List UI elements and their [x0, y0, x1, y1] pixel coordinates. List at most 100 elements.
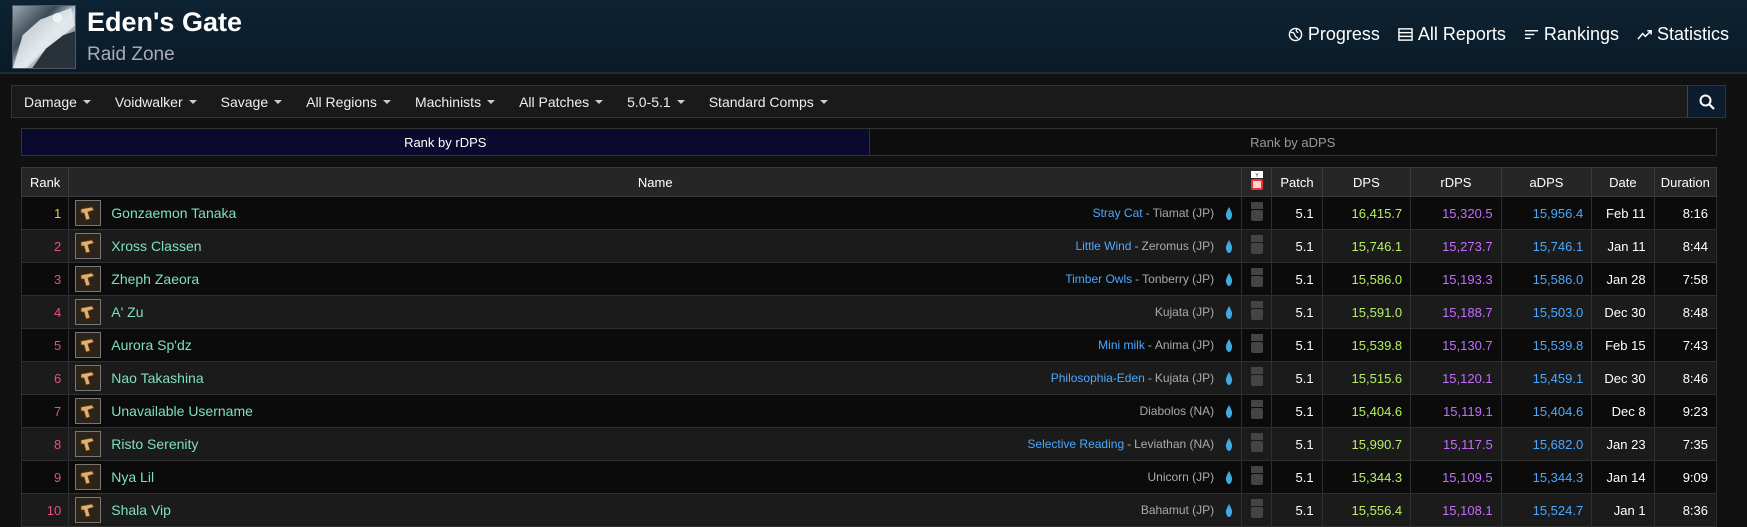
table-row[interactable]: 10 Shala Vip Bahamut (JP) 5.1 15,556.4 1… — [20, 493, 1718, 527]
dps-cell: 15,404.6 — [1321, 394, 1412, 428]
water-drop-icon — [1225, 503, 1233, 517]
table-row[interactable]: 4 A' Zu Kujata (JP) 5.1 15,591.0 15,188.… — [20, 295, 1718, 329]
filter-region[interactable]: All Regions — [294, 86, 403, 117]
player-name-link[interactable]: Gonzaemon Tanaka — [111, 205, 236, 221]
server-name: Tonberry (JP) — [1142, 272, 1215, 286]
guild-link[interactable]: Little Wind — [1075, 239, 1131, 253]
filter-comps[interactable]: Standard Comps — [697, 86, 840, 117]
filter-version[interactable]: 5.0-5.1 — [615, 86, 697, 117]
filter-patch[interactable]: All Patches — [507, 86, 615, 117]
guild-server: Stray Cat - Tiamat (JP) — [1093, 206, 1234, 220]
patch-cell: 5.1 — [1271, 328, 1323, 362]
table-row[interactable]: 8 Risto Serenity Selective Reading - Lev… — [20, 427, 1718, 461]
rank-cell: 2 — [20, 229, 70, 263]
dps-cell: 15,344.3 — [1321, 460, 1412, 494]
rdps-cell: 15,188.7 — [1410, 295, 1502, 329]
nav-rankings[interactable]: Rankings — [1524, 24, 1619, 45]
water-drop-icon — [1225, 272, 1233, 286]
youtube-icon[interactable] — [1250, 465, 1264, 486]
table-row[interactable]: 1 Gonzaemon Tanaka Stray Cat - Tiamat (J… — [20, 196, 1718, 230]
nav-statistics[interactable]: Statistics — [1637, 24, 1729, 45]
youtube-icon[interactable] — [1250, 498, 1264, 519]
youtube-icon[interactable] — [1250, 432, 1264, 453]
player-name-link[interactable]: Shala Vip — [111, 502, 171, 518]
date-cell: Feb 11 — [1591, 196, 1655, 230]
col-rdps[interactable]: rDPS — [1410, 167, 1502, 197]
guild-link[interactable]: Philosophia-Eden — [1051, 371, 1145, 385]
filter-metric[interactable]: Damage — [12, 86, 103, 117]
rdps-cell: 15,119.1 — [1410, 394, 1502, 428]
player-name-link[interactable]: Aurora Sp'dz — [111, 337, 192, 353]
col-date[interactable]: Date — [1591, 167, 1655, 197]
nav-statistics-label: Statistics — [1656, 24, 1729, 44]
col-duration[interactable]: Duration — [1653, 167, 1718, 197]
youtube-icon[interactable] — [1250, 366, 1264, 387]
guild-separator: - — [1147, 338, 1152, 352]
table-row[interactable]: 2 Xross Classen Little Wind - Zeromus (J… — [20, 229, 1718, 263]
tab-rank-by-adps[interactable]: Rank by aDPS — [869, 129, 1716, 155]
table-row[interactable]: 7 Unavailable Username Diabolos (NA) 5.1… — [20, 394, 1718, 428]
col-dps[interactable]: DPS — [1321, 167, 1412, 197]
player-name-link[interactable]: Nya Lil — [111, 469, 154, 485]
machinist-job-icon — [75, 332, 102, 358]
col-patch[interactable]: Patch — [1271, 167, 1323, 197]
server-name: Bahamut (JP) — [1140, 503, 1215, 517]
caret-down-icon — [188, 99, 197, 104]
guild-link[interactable]: Timber Owls — [1065, 272, 1132, 286]
table-header-row: Rank Name Y Patch DPS rDPS aDPS Date Dur… — [20, 167, 1718, 197]
caret-down-icon — [82, 99, 91, 104]
zone-title: Eden's Gate — [87, 7, 242, 37]
video-cell — [1241, 262, 1273, 296]
guild-link[interactable]: Stray Cat — [1093, 206, 1143, 220]
duration-cell: 7:35 — [1653, 427, 1718, 461]
rdps-cell: 15,120.1 — [1410, 361, 1502, 395]
tab-rank-by-rdps[interactable]: Rank by rDPS — [22, 129, 870, 155]
table-row[interactable]: 3 Zheph Zaeora Timber Owls - Tonberry (J… — [20, 262, 1718, 296]
guild-server: Philosophia-Eden - Kujata (JP) — [1051, 371, 1233, 385]
rank-tabs: Rank by rDPS Rank by aDPS — [21, 128, 1717, 156]
player-name-link[interactable]: Nao Takashina — [111, 370, 203, 386]
col-name[interactable]: Name — [68, 167, 1243, 197]
table-row[interactable]: 9 Nya Lil Unicorn (JP) 5.1 15,344.3 15,1… — [20, 460, 1718, 494]
filter-difficulty[interactable]: Savage — [209, 86, 294, 117]
player-name-link[interactable]: Risto Serenity — [111, 436, 198, 452]
table-row[interactable]: 5 Aurora Sp'dz Mini milk - Anima (JP) 5.… — [20, 328, 1718, 362]
player-name-link[interactable]: Unavailable Username — [111, 403, 253, 419]
caret-down-icon — [274, 99, 283, 104]
filter-encounter[interactable]: Voidwalker — [103, 86, 209, 117]
guild-separator: - — [1127, 437, 1132, 451]
guild-server: Little Wind - Zeromus (JP) — [1075, 239, 1233, 253]
machinist-job-icon — [75, 464, 102, 490]
col-rank[interactable]: Rank — [20, 167, 70, 197]
rank-cell: 4 — [20, 295, 70, 329]
player-name-link[interactable]: A' Zu — [111, 304, 143, 320]
name-cell: Unavailable Username Diabolos (NA) — [68, 394, 1243, 428]
search-icon — [1699, 94, 1715, 110]
table-row[interactable]: 6 Nao Takashina Philosophia-Eden - Kujat… — [20, 361, 1718, 395]
search-button[interactable] — [1687, 86, 1725, 117]
duration-cell: 8:44 — [1653, 229, 1718, 263]
youtube-icon[interactable] — [1250, 300, 1264, 321]
rank-cell: 1 — [20, 196, 70, 230]
zone-image — [12, 5, 76, 69]
col-adps[interactable]: aDPS — [1500, 167, 1593, 197]
nav-all-reports[interactable]: All Reports — [1398, 24, 1506, 45]
server-name: Leviathan (NA) — [1134, 437, 1215, 451]
filter-class[interactable]: Machinists — [403, 86, 507, 117]
youtube-icon[interactable] — [1250, 201, 1264, 222]
player-name-link[interactable]: Xross Classen — [111, 238, 201, 254]
nav-progress[interactable]: Progress — [1288, 24, 1380, 45]
player-name-link[interactable]: Zheph Zaeora — [111, 271, 199, 287]
guild-link[interactable]: Mini milk — [1098, 338, 1145, 352]
youtube-icon[interactable] — [1250, 234, 1264, 255]
dps-cell: 15,746.1 — [1321, 229, 1412, 263]
dps-cell: 15,990.7 — [1321, 427, 1412, 461]
col-video: Y — [1241, 167, 1273, 197]
guild-link[interactable]: Selective Reading — [1027, 437, 1124, 451]
youtube-icon[interactable] — [1250, 333, 1264, 354]
youtube-icon[interactable] — [1250, 267, 1264, 288]
server-name: Zeromus (JP) — [1141, 239, 1215, 253]
youtube-icon[interactable] — [1250, 399, 1264, 420]
machinist-job-icon — [75, 431, 102, 457]
zone-subtitle: Raid Zone — [87, 44, 175, 65]
